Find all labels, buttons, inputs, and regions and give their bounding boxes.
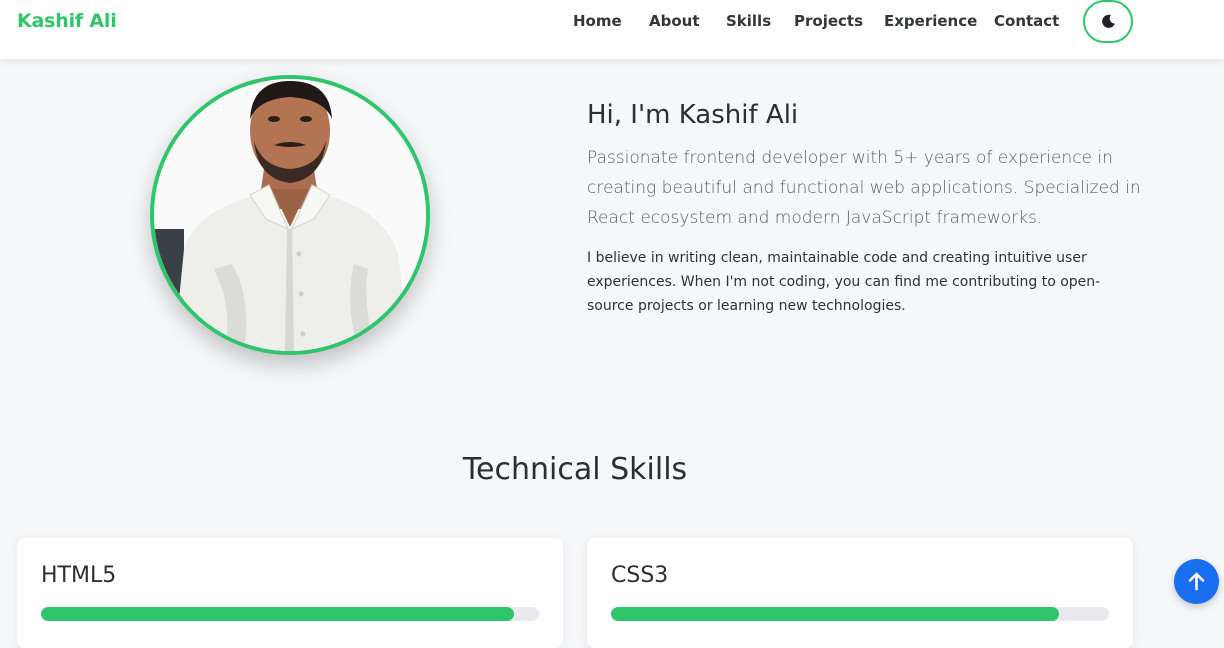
brand-logo[interactable]: Kashif Ali <box>17 10 117 32</box>
skill-progress-fill <box>41 607 515 621</box>
scroll-to-top-button[interactable] <box>1174 559 1219 604</box>
profile-photo <box>150 75 430 355</box>
skill-card-html5: HTML5 <box>17 538 563 648</box>
navbar: Kashif Ali Home About Skills Projects Ex… <box>0 0 1224 59</box>
skill-card-css3: CSS3 <box>587 538 1133 648</box>
hero-lead-text: Passionate frontend developer with 5+ ye… <box>587 148 1141 228</box>
theme-toggle-button[interactable] <box>1083 0 1133 43</box>
nav-home[interactable]: Home <box>573 12 622 30</box>
skill-name: CSS3 <box>611 563 669 588</box>
hero-body-text: I believe in writing clean, maintainable… <box>587 250 1101 314</box>
nav-projects[interactable]: Projects <box>794 12 863 30</box>
nav-contact[interactable]: Contact <box>994 12 1059 30</box>
hero-title: Hi, I'm Kashif Ali <box>587 100 799 130</box>
profile-photo-illustration <box>154 79 426 351</box>
moon-icon <box>1102 14 1115 28</box>
skills-section-title: Technical Skills <box>462 452 688 487</box>
skill-name: HTML5 <box>41 563 117 588</box>
arrow-up-icon <box>1188 572 1205 591</box>
skill-progress-track <box>611 607 1109 621</box>
skill-progress-track <box>41 607 539 621</box>
skill-progress-fill <box>611 607 1060 621</box>
nav-experience[interactable]: Experience <box>884 12 977 30</box>
nav-skills[interactable]: Skills <box>726 12 771 30</box>
nav-about[interactable]: About <box>649 12 700 30</box>
